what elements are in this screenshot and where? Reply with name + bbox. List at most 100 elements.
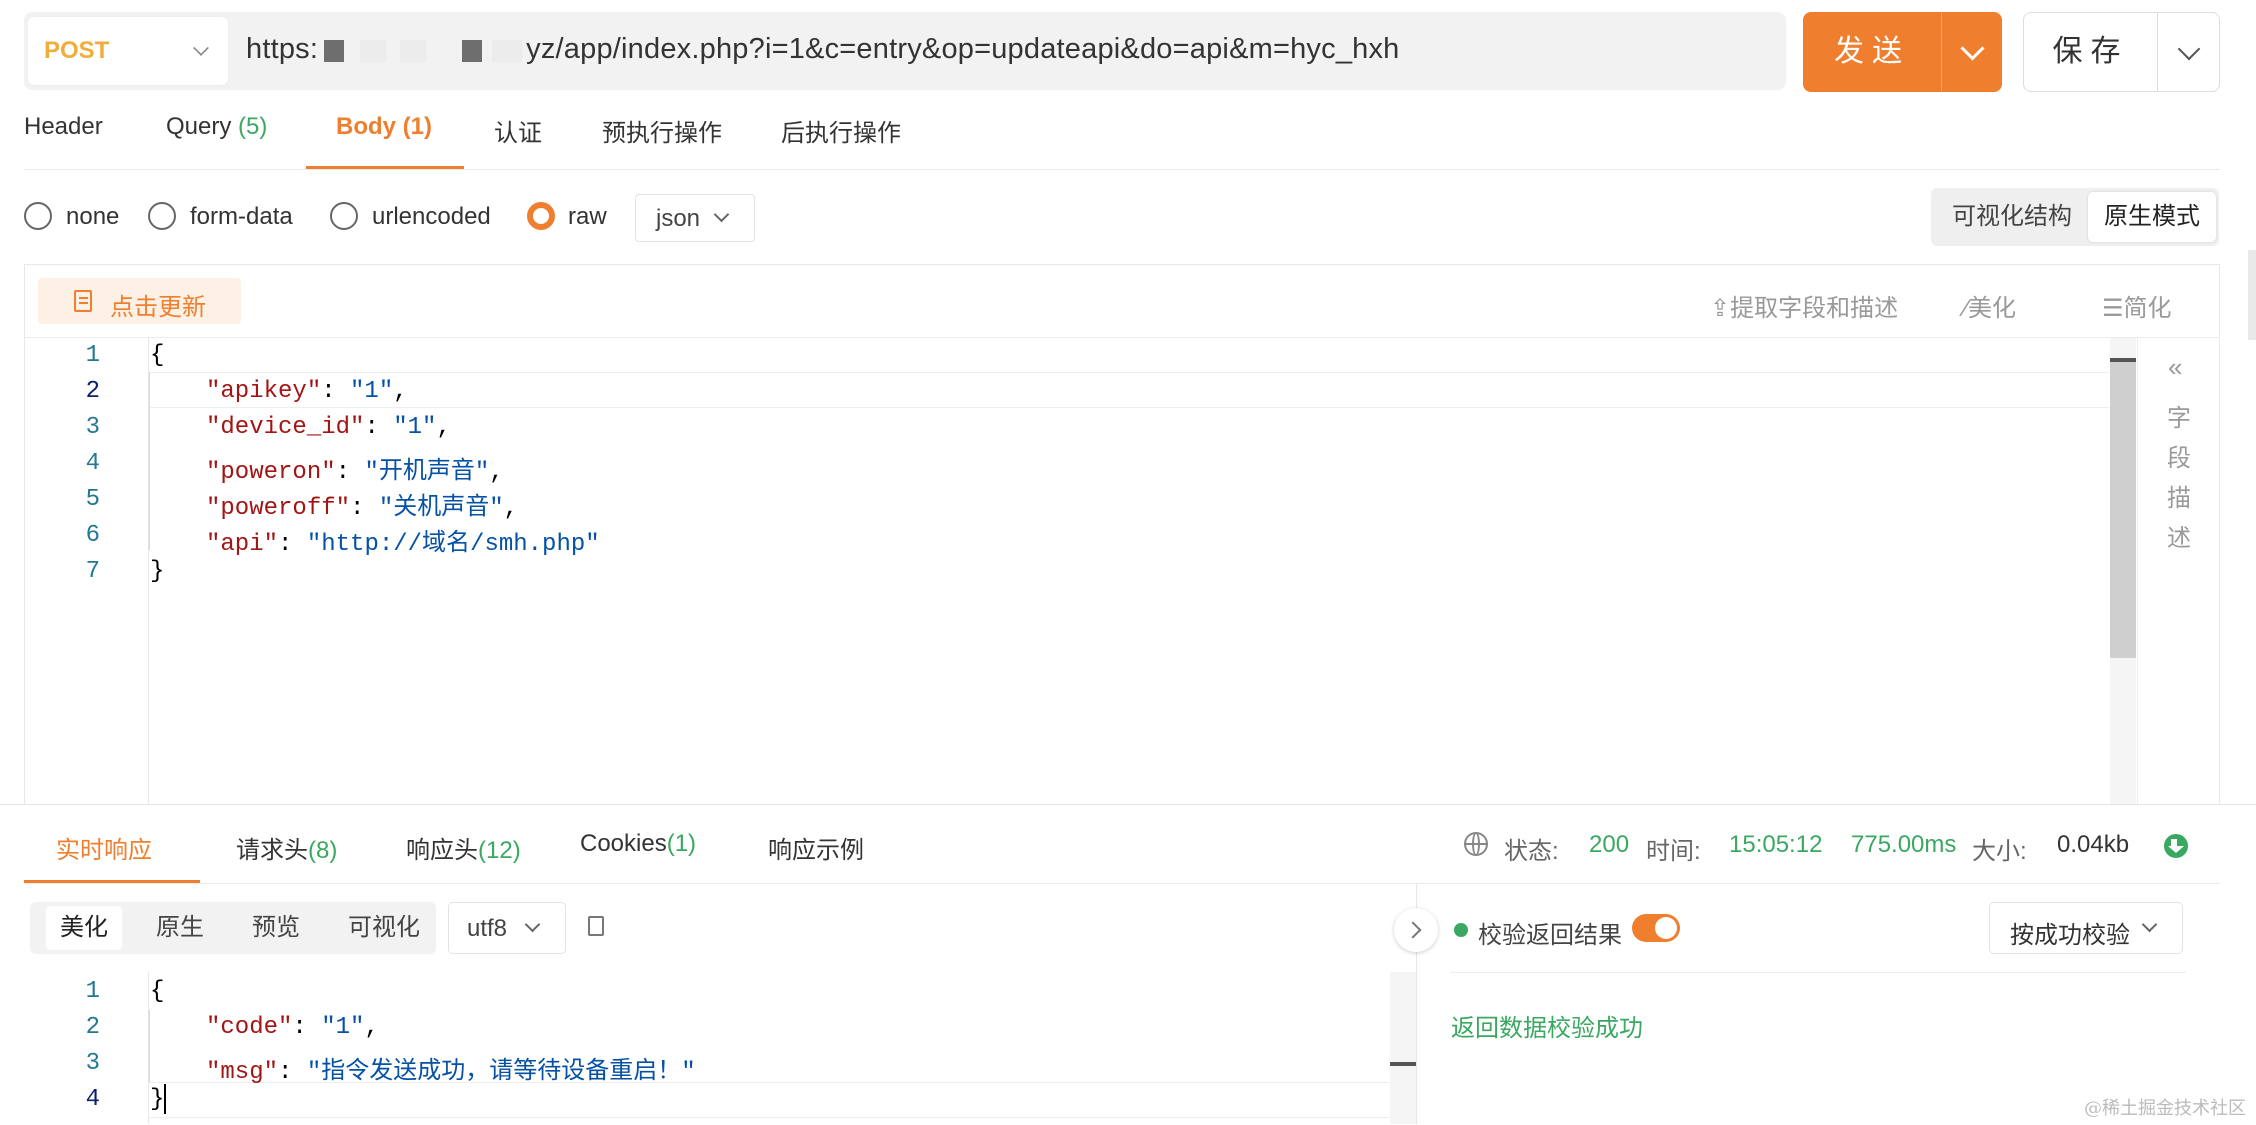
tab-response-examples[interactable]: 响应示例	[768, 830, 864, 865]
code-line[interactable]: {	[150, 978, 164, 1005]
divider	[24, 169, 2220, 170]
upload-icon: ⇪	[1710, 295, 1731, 322]
chevron-down-icon	[713, 206, 730, 223]
side-panel-label: 段	[2167, 445, 2191, 472]
time-label: 时间:	[1646, 838, 1701, 865]
line-number: 7	[85, 558, 100, 585]
side-panel-label: 述	[2167, 525, 2191, 552]
cursor-marker	[2110, 358, 2136, 362]
code-line[interactable]: }	[150, 558, 164, 585]
list-icon: ☰	[2102, 295, 2124, 322]
status-code: 200	[1589, 831, 1630, 858]
format-preview-button[interactable]: 预览	[238, 906, 314, 950]
chevron-right-icon	[1404, 921, 1422, 939]
code-line[interactable]: "code": "1",	[206, 1014, 379, 1041]
line-number: 4	[85, 450, 100, 477]
line-number: 1	[85, 342, 100, 369]
redaction-mask	[360, 40, 386, 62]
line-number: 2	[85, 1014, 100, 1041]
line-number: 2	[85, 378, 100, 405]
method-label: POST	[44, 37, 110, 64]
radio-raw[interactable]	[527, 202, 555, 230]
raw-format-select[interactable]: json	[635, 194, 755, 242]
code-line[interactable]: "device_id": "1",	[206, 414, 451, 441]
send-dropdown-button[interactable]	[1941, 12, 2002, 92]
tab-body[interactable]: Body (1)	[336, 113, 432, 141]
tab-auth[interactable]: 认证	[494, 113, 542, 148]
line-number: 4	[85, 1086, 100, 1113]
encoding-select[interactable]: utf8	[448, 902, 566, 954]
window-edge	[2248, 250, 2256, 340]
save-dropdown-button[interactable]	[2157, 12, 2220, 92]
line-number: 5	[85, 486, 100, 513]
code-line[interactable]: "poweron": "开机声音",	[206, 450, 504, 486]
collapse-panel-button[interactable]	[1394, 908, 1438, 952]
redaction-mask	[400, 40, 426, 62]
tab-cookies[interactable]: Cookies(1)	[580, 830, 696, 858]
tab-query[interactable]: Query (5)	[166, 113, 267, 141]
tab-post-script[interactable]: 后执行操作	[781, 113, 901, 148]
side-panel-label: 字	[2167, 405, 2191, 432]
tab-response-headers[interactable]: 响应头(12)	[406, 830, 521, 865]
format-beautify-button[interactable]: 美化	[46, 906, 122, 950]
simplify-button[interactable]: ☰简化	[2102, 288, 2172, 323]
code-line[interactable]: "api": "http://域名/smh.php"	[206, 522, 600, 558]
globe-icon[interactable]	[1464, 832, 1488, 856]
response-scrollbar[interactable]	[1390, 972, 1416, 1124]
document-edit-icon	[74, 290, 92, 312]
active-tab-indicator	[24, 880, 200, 883]
status-dot	[1454, 923, 1468, 937]
copy-icon[interactable]	[583, 916, 604, 942]
radio-urlencoded[interactable]	[330, 202, 358, 230]
indent-guide	[149, 1010, 150, 1082]
watermark: @稀土掘金技术社区	[2084, 1098, 2246, 1119]
validate-toggle[interactable]	[1632, 914, 1680, 942]
beautify-button[interactable]: ⁄美化	[1964, 288, 2016, 323]
double-chevron-left-icon: «	[2168, 352, 2183, 382]
send-button[interactable]: 发送	[1803, 12, 1941, 92]
url-suffix: yz/app/index.php?i=1&c=entry&op=updateap…	[526, 33, 1400, 65]
chevron-down-icon	[2141, 916, 2158, 933]
tab-header[interactable]: Header	[24, 113, 103, 141]
side-panel-label: 描	[2167, 485, 2191, 512]
download-icon[interactable]	[2164, 834, 2188, 858]
code-line[interactable]: "msg": "指令发送成功，请等待设备重启！"	[206, 1050, 696, 1086]
status-label: 状态:	[1504, 838, 1559, 865]
current-line-highlight	[149, 372, 2109, 408]
method-select[interactable]: POST	[28, 17, 228, 85]
radio-form-data[interactable]	[148, 202, 176, 230]
divider	[1450, 972, 2186, 973]
code-line[interactable]: "apikey": "1",	[206, 378, 408, 405]
format-raw-button[interactable]: 原生	[142, 906, 218, 950]
code-line[interactable]: {	[150, 342, 164, 369]
raw-mode-button[interactable]: 原生模式	[2088, 192, 2216, 242]
update-button[interactable]: 点击更新	[38, 278, 241, 324]
code-line[interactable]: "poweroff": "关机声音",	[206, 486, 518, 522]
duration-value: 775.00ms	[1851, 831, 1957, 858]
save-button[interactable]: 保存	[2023, 12, 2158, 92]
text-cursor	[164, 1084, 166, 1114]
cursor-marker	[1390, 1062, 1416, 1066]
size-value: 0.04kb	[2057, 831, 2130, 858]
tab-live-response[interactable]: 实时响应	[56, 830, 152, 865]
extract-fields-button[interactable]: ⇪提取字段和描述	[1710, 288, 1898, 323]
redaction-mask	[462, 40, 482, 62]
validation-mode-select[interactable]: 按成功校验	[1989, 902, 2183, 954]
radio-none[interactable]	[24, 202, 52, 230]
line-number: 3	[85, 414, 100, 441]
chevron-down-icon	[524, 916, 541, 933]
line-number: 1	[85, 978, 100, 1005]
format-visual-button[interactable]: 可视化	[334, 906, 434, 950]
editor-scrollbar[interactable]	[2110, 338, 2136, 804]
validate-result-label: 校验返回结果	[1478, 922, 1622, 949]
tab-request-headers[interactable]: 请求头(8)	[236, 830, 337, 865]
code-line[interactable]: }	[150, 1086, 164, 1113]
radio-none-label: none	[66, 203, 120, 230]
radio-form-data-label: form-data	[190, 203, 293, 230]
tab-pre-script[interactable]: 预执行操作	[602, 113, 722, 148]
redaction-mask	[492, 40, 522, 62]
line-number: 3	[85, 1050, 100, 1077]
scrollbar-thumb[interactable]	[2110, 358, 2136, 658]
visual-structure-button[interactable]: 可视化结构	[1936, 192, 2088, 242]
divider	[24, 883, 2220, 884]
